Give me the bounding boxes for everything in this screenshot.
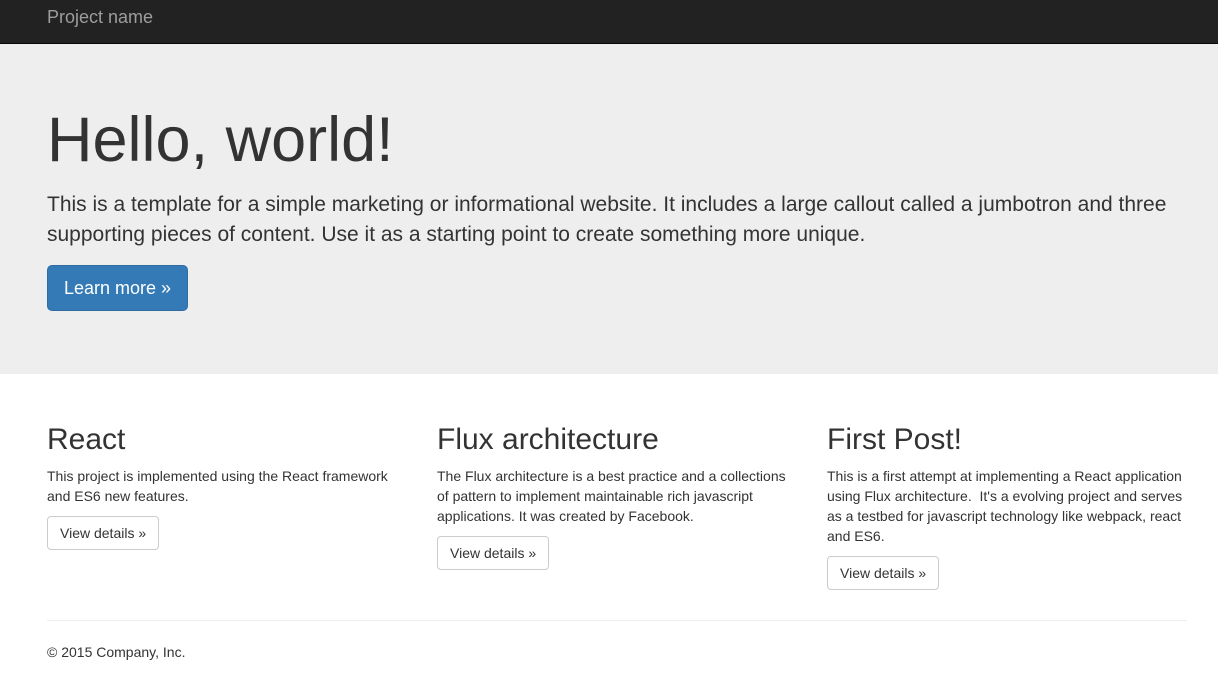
footer-copyright: © 2015 Company, Inc. <box>47 644 186 660</box>
footer-divider <box>47 620 1187 621</box>
column-text: The Flux architecture is a best practice… <box>437 468 786 524</box>
view-details-button[interactable]: View details » <box>47 516 160 550</box>
column-heading: First Post! <box>827 423 963 456</box>
column-flux: Flux architecture The Flux architecture … <box>437 420 797 570</box>
view-details-button[interactable]: View details » <box>827 556 940 590</box>
column-heading: Flux architecture <box>437 423 659 456</box>
column-text: This project is implemented using the Re… <box>47 468 388 504</box>
jumbotron-title: Hello, world! <box>47 105 394 175</box>
navbar: Project name <box>0 0 1218 44</box>
jumbotron: Hello, world! This is a template for a s… <box>0 44 1218 374</box>
learn-more-button[interactable]: Learn more » <box>47 265 188 311</box>
column-text: This is a first attempt at implementing … <box>827 468 1187 544</box>
column-react: React This project is implemented using … <box>47 420 407 550</box>
view-details-button[interactable]: View details » <box>437 536 550 570</box>
column-heading: React <box>47 423 126 456</box>
jumbotron-lead: This is a template for a simple marketin… <box>47 193 1167 246</box>
column-first-post: First Post! This is a first attempt at i… <box>827 420 1187 590</box>
brand-link[interactable]: Project name <box>47 7 153 27</box>
